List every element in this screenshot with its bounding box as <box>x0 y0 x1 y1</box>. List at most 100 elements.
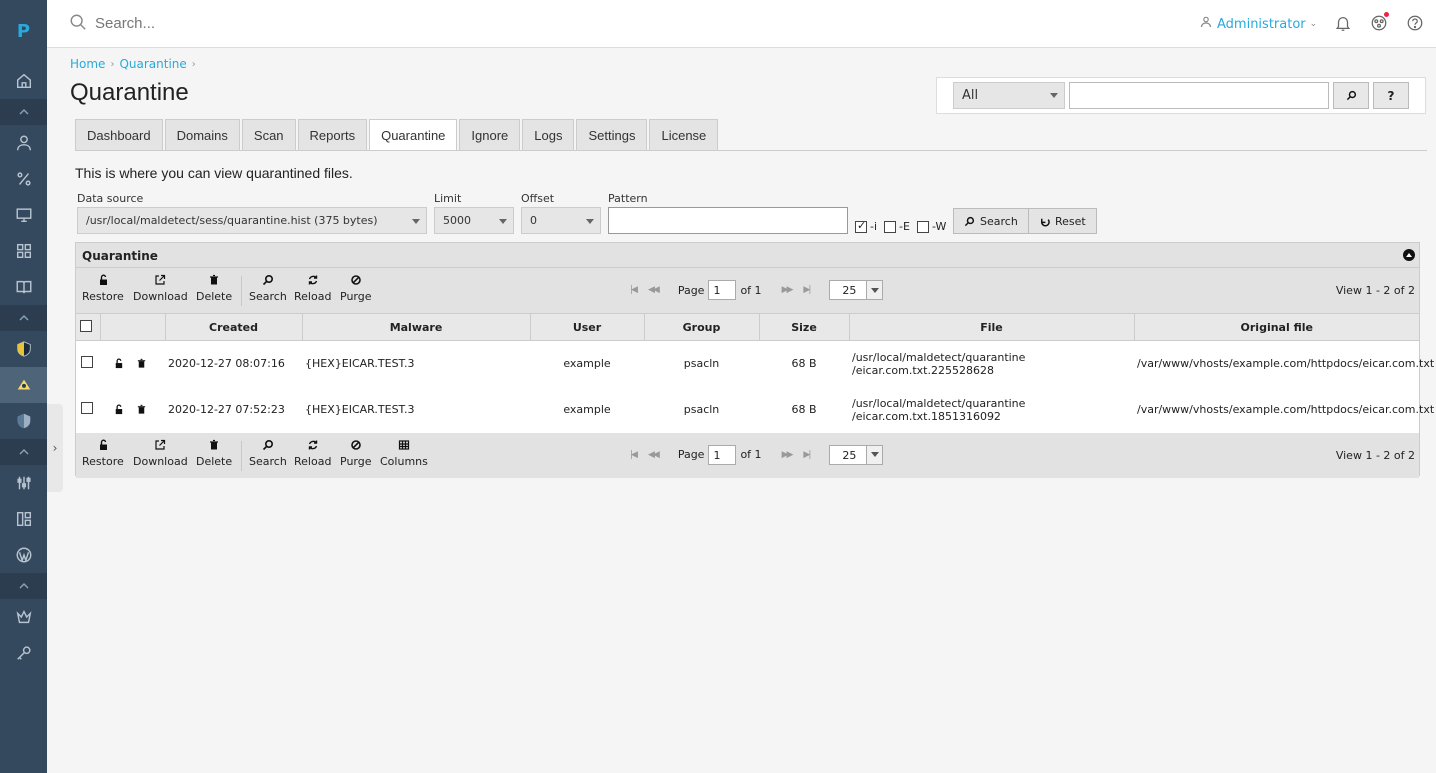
prev-page-icon[interactable]: ◀◀ <box>648 450 660 460</box>
column-original-file[interactable]: Original file <box>1134 313 1419 341</box>
breadcrumb-quarantine[interactable]: Quarantine <box>119 57 186 71</box>
crown-icon[interactable] <box>0 599 47 635</box>
tab-settings[interactable]: Settings <box>576 119 648 150</box>
tab-reports[interactable]: Reports <box>297 119 368 150</box>
page-search-input[interactable] <box>1069 82 1329 109</box>
page-size-select[interactable]: 25 <box>829 280 884 300</box>
reload-button[interactable]: Reload <box>294 439 331 468</box>
notifications-icon[interactable] <box>1334 14 1352 32</box>
tab-logs[interactable]: Logs <box>522 119 575 150</box>
rail-expand-toggle[interactable]: › <box>47 404 63 492</box>
unlock-icon[interactable] <box>113 404 124 415</box>
restore-button[interactable]: Restore <box>82 274 124 303</box>
cell-original-file: /var/www/vhosts/example.com/httpdocs/eic… <box>1137 403 1435 416</box>
unlock-icon[interactable] <box>113 358 124 369</box>
last-page-icon[interactable]: ▶| <box>803 450 811 460</box>
row-checkbox[interactable] <box>81 402 93 414</box>
restore-button[interactable]: Restore <box>82 439 124 468</box>
percent-icon[interactable] <box>0 161 47 197</box>
monitor-icon[interactable] <box>0 197 47 233</box>
data-source-select[interactable]: /usr/local/maldetect/sess/quarantine.his… <box>77 207 427 234</box>
limit-select[interactable]: 5000 <box>434 207 514 234</box>
chevron-up-icon[interactable] <box>0 305 47 331</box>
column-group[interactable]: Group <box>644 313 760 341</box>
first-page-icon[interactable]: |◀ <box>630 450 638 460</box>
chevron-up-icon[interactable] <box>0 439 47 465</box>
collapse-icon[interactable] <box>1403 249 1415 261</box>
select-all-checkbox[interactable] <box>80 319 92 332</box>
delete-button[interactable]: Delete <box>196 439 232 468</box>
book-icon[interactable] <box>0 269 47 305</box>
cell-created: 2020-12-27 08:07:16 <box>168 357 285 371</box>
tab-ignore[interactable]: Ignore <box>459 119 521 150</box>
column-created[interactable]: Created <box>165 313 303 341</box>
trash-icon <box>210 439 219 449</box>
plesk-logo[interactable]: P <box>0 0 47 63</box>
reset-button[interactable]: Reset <box>1028 208 1097 234</box>
purge-button[interactable]: Purge <box>340 439 372 468</box>
row-checkbox[interactable] <box>81 356 93 369</box>
next-page-icon[interactable]: ▶▶ <box>782 450 794 460</box>
table-row[interactable]: 2020-12-27 07:52:23 {HEX}EICAR.TEST.3 ex… <box>76 387 1435 433</box>
user-menu[interactable]: Administrator ⌄ <box>1200 16 1317 32</box>
search-input[interactable] <box>95 15 495 32</box>
offset-label: Offset <box>521 192 555 205</box>
maldetect-icon[interactable] <box>0 367 47 403</box>
dropdown-arrow-icon <box>586 219 594 224</box>
home-icon[interactable] <box>0 63 47 99</box>
shield-check-icon[interactable] <box>0 403 47 439</box>
search-button[interactable]: Search <box>953 208 1029 234</box>
column-file[interactable]: File <box>849 313 1135 341</box>
help-icon[interactable] <box>1406 14 1424 32</box>
user-icon[interactable] <box>0 125 47 161</box>
first-page-icon[interactable]: |◀ <box>630 285 638 295</box>
sliders-icon[interactable] <box>0 465 47 501</box>
flag-w-checkbox[interactable]: -W <box>917 220 946 233</box>
page-size-select[interactable]: 25 <box>829 444 884 465</box>
page-number-input[interactable]: 1 <box>708 280 737 300</box>
chevron-up-icon[interactable] <box>0 99 47 125</box>
search-scope-select[interactable]: All <box>953 82 1065 109</box>
chevron-up-icon[interactable] <box>0 573 47 599</box>
column-user[interactable]: User <box>530 313 645 341</box>
apps-grid-icon[interactable] <box>0 233 47 269</box>
tab-scan[interactable]: Scan <box>241 119 296 150</box>
column-size[interactable]: Size <box>759 313 850 341</box>
wordpress-icon[interactable] <box>0 537 47 573</box>
last-page-icon[interactable]: ▶| <box>803 285 811 295</box>
key-icon[interactable] <box>0 635 47 671</box>
search-tool-button[interactable]: Search <box>249 274 287 303</box>
tab-quarantine[interactable]: Quarantine <box>369 119 458 151</box>
checkbox[interactable] <box>884 220 896 233</box>
page-number-input[interactable]: 1 <box>708 444 737 465</box>
prev-page-icon[interactable]: ◀◀ <box>648 285 660 295</box>
trash-icon[interactable] <box>136 404 147 415</box>
tab-license[interactable]: License <box>649 119 719 150</box>
download-button[interactable]: Download <box>133 274 188 303</box>
extensions-icon[interactable] <box>0 501 47 537</box>
flag-e-checkbox[interactable]: -E <box>884 220 910 233</box>
community-icon[interactable] <box>1370 12 1389 32</box>
flag-i-checkbox[interactable]: -i <box>855 219 877 233</box>
page-search-button[interactable] <box>1333 82 1369 109</box>
breadcrumb-home[interactable]: Home <box>70 57 105 71</box>
checkbox[interactable] <box>917 220 929 233</box>
next-page-icon[interactable]: ▶▶ <box>782 285 794 295</box>
tab-domains[interactable]: Domains <box>164 119 240 150</box>
checkbox[interactable] <box>855 219 867 233</box>
tab-dashboard[interactable]: Dashboard <box>75 119 163 150</box>
column-malware[interactable]: Malware <box>302 313 531 341</box>
pattern-input[interactable] <box>608 207 848 234</box>
offset-select[interactable]: 0 <box>521 207 601 234</box>
columns-button[interactable]: Columns <box>380 439 428 468</box>
search-tool-button[interactable]: Search <box>249 439 287 468</box>
purge-button[interactable]: Purge <box>340 274 372 303</box>
unlock-icon <box>99 274 107 285</box>
download-button[interactable]: Download <box>133 439 188 468</box>
reload-button[interactable]: Reload <box>294 274 331 303</box>
shield-icon[interactable] <box>0 331 47 367</box>
trash-icon[interactable] <box>136 358 147 369</box>
help-button[interactable]: ? <box>1373 82 1409 109</box>
table-row[interactable]: 2020-12-27 08:07:16 {HEX}EICAR.TEST.3 ex… <box>76 341 1434 387</box>
delete-button[interactable]: Delete <box>196 274 232 303</box>
